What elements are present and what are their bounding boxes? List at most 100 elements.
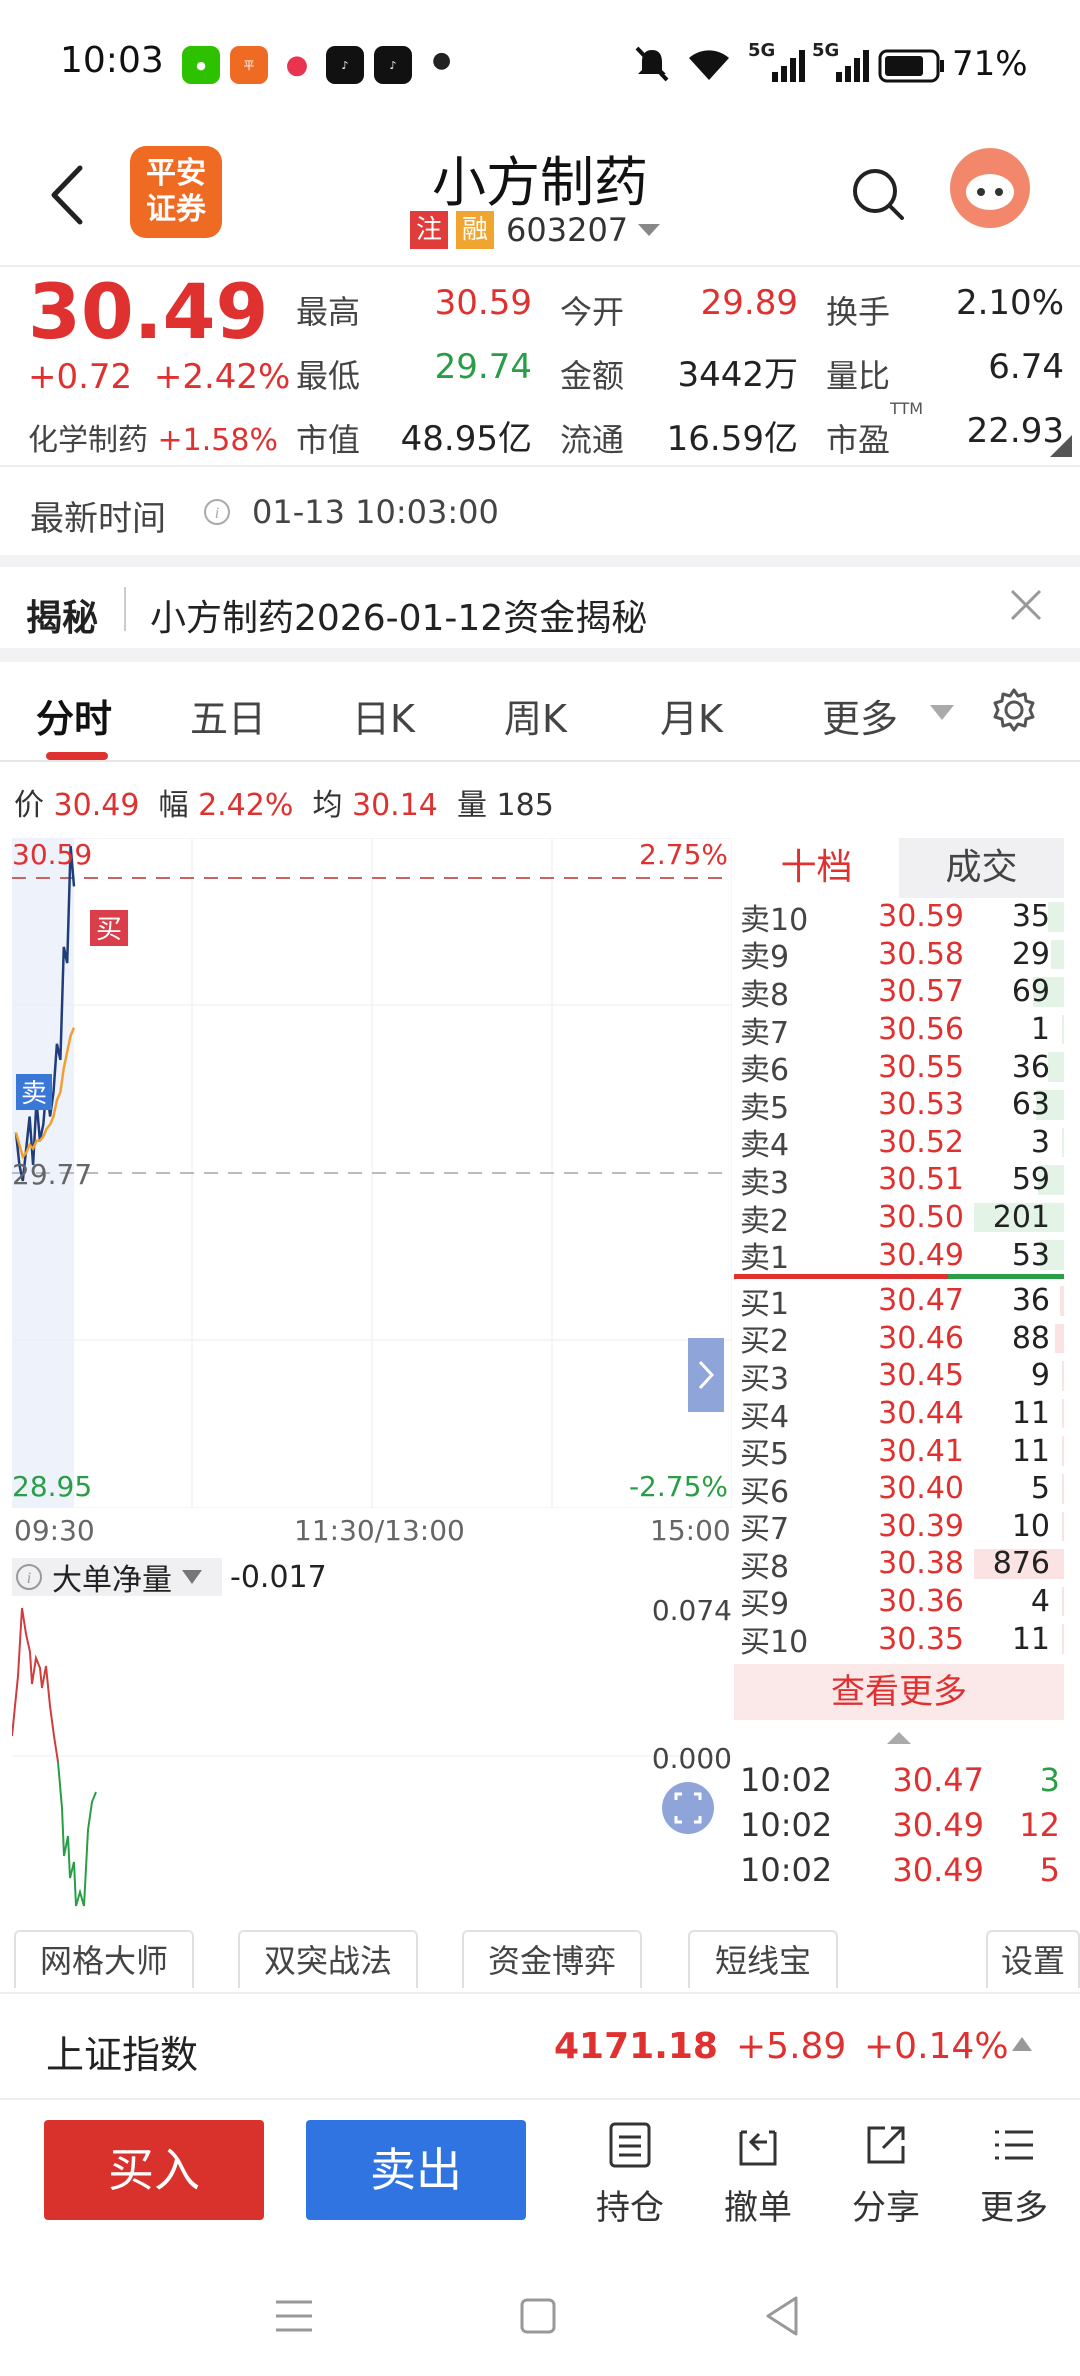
bid-row[interactable]: 买5 30.41 11 [734,1432,1064,1472]
share-action[interactable]: 分享 [836,2120,936,2229]
index-change: +5.89 [736,2026,847,2067]
section-separator-2 [0,648,1080,662]
bid-volume: 11 [1011,1621,1050,1657]
net-flow-selector[interactable]: i 大单净量 [12,1558,222,1598]
info-avg: 30.14 [352,788,438,823]
stat-label-turnover: 换手 [826,293,891,331]
expand-orderbook-handle[interactable] [688,1338,724,1412]
chart-info-line: 价 30.49 幅 2.42% 均 30.14 量 185 [14,780,554,824]
net-flow-chart: 0.074 0.000 [12,1596,732,1907]
ask-row[interactable]: 卖6 30.55 36 [734,1048,1064,1088]
cancel-order-icon [739,2130,777,2166]
bid-row[interactable]: 买4 30.44 11 [734,1395,1064,1435]
ask-row[interactable]: 卖9 30.58 29 [734,936,1064,975]
ask-row[interactable]: 卖10 30.59 35 [734,898,1064,938]
tab-five-day[interactable]: 五日 [190,688,266,743]
buy-marker-text: 买 [96,915,122,945]
sell-button[interactable]: 卖出 [306,2120,526,2220]
reveal-text: 小方制药2026-01-12资金揭秘 [150,598,648,639]
bid-price: 30.38 [878,1546,964,1582]
ask-row[interactable]: 卖4 30.52 3 [734,1124,1064,1163]
index-expand-up-icon[interactable] [1010,2034,1034,2054]
tab-ten-levels[interactable]: 十档 [734,838,899,898]
bid-price: 30.41 [878,1433,964,1469]
update-time-row: 最新时间 i 01-13 10:03:00 [0,465,1080,555]
bid-volume: 9 [1030,1358,1050,1394]
trade-price: 30.49 [892,1851,984,1890]
time-axis-end: 15:00 [650,1514,731,1547]
bid-row[interactable]: 买2 30.46 88 [734,1320,1064,1359]
trade-time: 10:02 [740,1806,833,1845]
tab-more[interactable]: 更多 [822,688,898,743]
info-range: 2.42% [198,788,294,823]
cancel-order-action[interactable]: 撤单 [708,2120,808,2229]
info-icon[interactable]: i [202,497,232,527]
ask-row[interactable]: 卖3 30.51 59 [734,1161,1064,1201]
bid-volume: 88 [1011,1320,1050,1356]
tab-daily-k[interactable]: 日K [352,688,415,743]
net-flow-negative-line [57,1761,97,1907]
bid-rows: 买1 30.47 36 买2 30.46 88 买3 30.45 9 买4 30.44 11 买5 30.… [734,1282,1064,1660]
bid-row[interactable]: 买9 30.36 4 [734,1583,1064,1622]
ask-row[interactable]: 卖7 30.56 1 [734,1011,1064,1051]
buy-button[interactable]: 买入 [44,2120,264,2220]
bid-row[interactable]: 买6 30.40 5 [734,1470,1064,1510]
close-icon[interactable] [1006,585,1046,625]
period-tabs: 分时 五日 日K 周K 月K 更多 [0,662,1080,762]
nav-back-icon[interactable] [762,2294,802,2338]
sector-info[interactable]: 化学制药 +1.58% [28,415,278,459]
stock-code: 603207 [506,211,629,249]
trade-row: 10:02 30.49 5 [734,1848,1064,1893]
view-more-button[interactable]: 查看更多 [734,1663,1064,1720]
settings-gear-icon[interactable] [990,686,1038,734]
fund-reveal-banner[interactable]: 揭秘 小方制药2026-01-12资金揭秘 [0,567,1080,657]
positions-action[interactable]: 持仓 [580,2120,680,2229]
signal-icon-2 [836,50,869,82]
bid-price: 30.36 [878,1583,964,1619]
svg-text:i: i [215,505,219,522]
trade-action-bar: 买入 卖出 持仓 撤单 分享 更多 [0,2100,1080,2260]
more-action[interactable]: 更多 [964,2120,1064,2229]
trade-volume: 3 [1039,1761,1060,1800]
bid-row[interactable]: 买1 30.47 36 [734,1282,1064,1322]
search-icon[interactable] [848,164,908,224]
bid-row[interactable]: 买7 30.39 10 [734,1508,1064,1547]
ask-row[interactable]: 卖2 30.50 201 [734,1199,1064,1239]
tool-short-term[interactable]: 短线宝 [688,1930,838,1988]
index-ticker-bar[interactable]: 上证指数 4171.18 +5.89 +0.14% [0,1992,1080,2100]
tool-grid-master[interactable]: 网格大师 [14,1930,194,1988]
tool-double-breakout[interactable]: 双突战法 [238,1930,418,1988]
stock-tags[interactable]: 注 融 603207 [410,210,662,250]
time-axis: 09:30 11:30/13:00 15:00 [12,1514,732,1550]
expand-corner-icon[interactable] [1050,435,1072,457]
more-menu-icon [995,2130,1033,2160]
ask-row[interactable]: 卖8 30.57 69 [734,973,1064,1013]
fullscreen-toggle[interactable] [662,1782,714,1834]
assistant-avatar[interactable] [950,148,1030,228]
collapse-up-icon[interactable] [734,1726,1064,1750]
nav-menu-icon[interactable] [272,2296,316,2336]
bid-row[interactable]: 买3 30.45 9 [734,1357,1064,1397]
net-flow-label: 大单净量 [52,1563,172,1598]
y-label-top: 30.59 [12,838,92,871]
ask-price: 30.49 [878,1237,964,1273]
intraday-chart[interactable]: 30.59 29.77 28.95 2.75% -2.75% 买 卖 [12,838,732,1508]
stat-label-pe: 市盈 [826,421,891,459]
bid-row[interactable]: 买10 30.35 11 [734,1620,1064,1660]
ask-price: 30.56 [878,1012,964,1048]
tool-fund-game[interactable]: 资金博弈 [462,1930,642,1988]
ask-volume: 201 [992,1200,1050,1236]
stat-label-market-cap: 市值 [296,421,361,459]
tab-intraday[interactable]: 分时 [36,688,112,743]
status-bar: 10:03 ● 平 ● ♪ ♪ ● 5G 5G 71% [0,0,1080,130]
tab-weekly-k[interactable]: 周K [504,688,567,743]
tab-monthly-k[interactable]: 月K [660,688,723,743]
bid-row[interactable]: 买8 30.38 876 [734,1545,1064,1585]
tool-settings[interactable]: 设置 [986,1930,1080,1988]
tab-trades[interactable]: 成交 [899,838,1064,898]
bid-volume: 5 [1030,1471,1050,1507]
nav-home-icon[interactable] [518,2296,558,2336]
ask-row[interactable]: 卖5 30.53 63 [734,1086,1064,1126]
ask-row[interactable]: 卖1 30.49 53 [734,1236,1064,1276]
y-label-bottom: 28.95 [12,1470,92,1503]
